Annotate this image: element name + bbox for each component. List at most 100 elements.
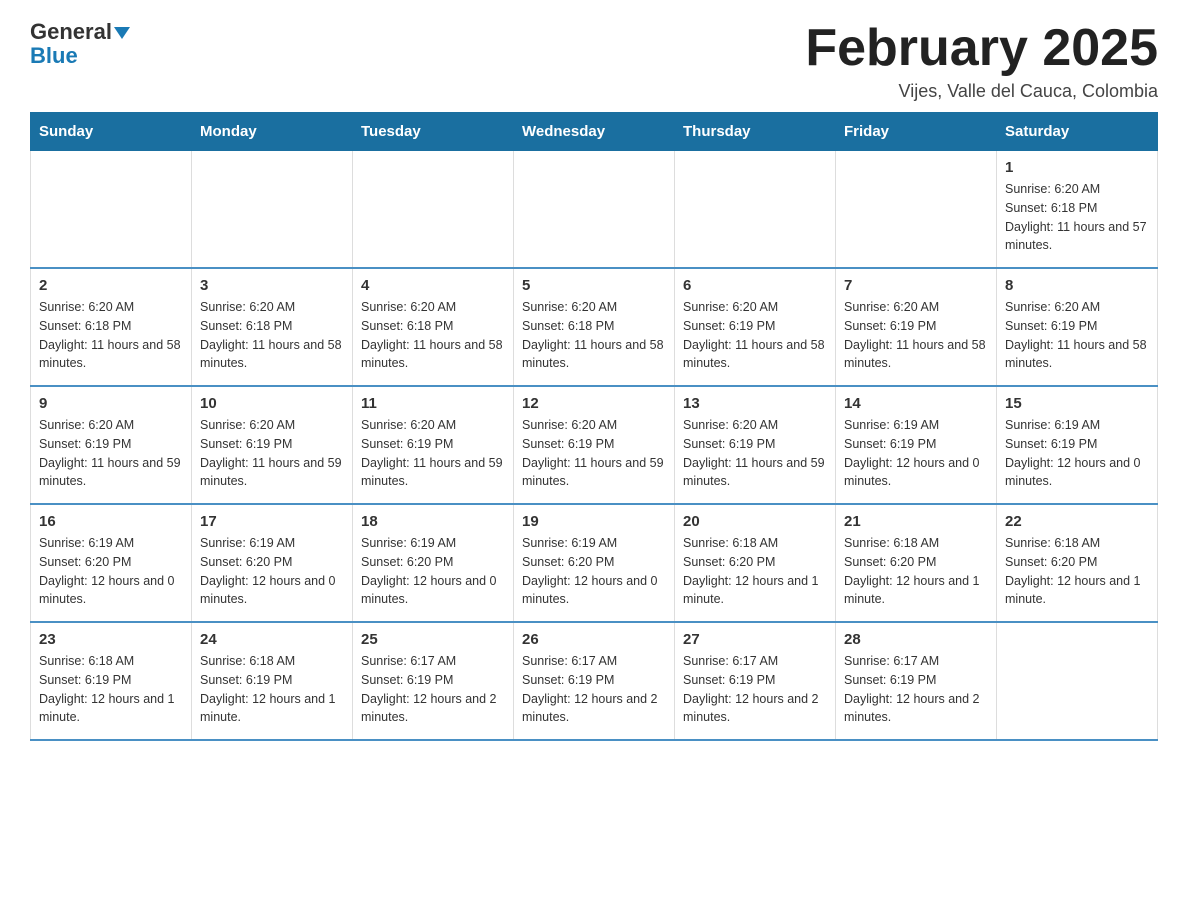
day-info: Sunrise: 6:20 AMSunset: 6:19 PMDaylight:… <box>39 416 183 491</box>
day-number: 12 <box>522 395 666 412</box>
calendar-cell: 9 Sunrise: 6:20 AMSunset: 6:19 PMDaylight… <box>31 386 192 504</box>
calendar-week-row: 2 Sunrise: 6:20 AMSunset: 6:18 PMDaylight… <box>31 268 1158 386</box>
day-info: Sunrise: 6:18 AMSunset: 6:20 PMDaylight:… <box>1005 534 1149 609</box>
day-of-week-header: Thursday <box>675 113 836 151</box>
day-of-week-header: Wednesday <box>514 113 675 151</box>
day-number: 10 <box>200 395 344 412</box>
calendar-cell: 15 Sunrise: 6:19 AMSunset: 6:19 PMDayligh… <box>997 386 1158 504</box>
calendar-week-row: 1 Sunrise: 6:20 AMSunset: 6:18 PMDaylight… <box>31 151 1158 269</box>
day-number: 7 <box>844 277 988 294</box>
page-header: General Blue February 2025 Vijes, Valle … <box>30 20 1158 102</box>
day-number: 3 <box>200 277 344 294</box>
calendar-header-row: SundayMondayTuesdayWednesdayThursdayFrid… <box>31 113 1158 151</box>
day-info: Sunrise: 6:20 AMSunset: 6:18 PMDaylight:… <box>1005 180 1149 255</box>
logo-blue-text: Blue <box>30 44 130 68</box>
day-info: Sunrise: 6:20 AMSunset: 6:19 PMDaylight:… <box>683 416 827 491</box>
logo: General Blue <box>30 20 130 68</box>
calendar-cell <box>31 151 192 269</box>
calendar-cell <box>514 151 675 269</box>
day-number: 26 <box>522 631 666 648</box>
calendar-cell: 10 Sunrise: 6:20 AMSunset: 6:19 PMDayligh… <box>192 386 353 504</box>
day-info: Sunrise: 6:19 AMSunset: 6:20 PMDaylight:… <box>361 534 505 609</box>
location-subtitle: Vijes, Valle del Cauca, Colombia <box>805 81 1158 102</box>
day-info: Sunrise: 6:18 AMSunset: 6:20 PMDaylight:… <box>683 534 827 609</box>
calendar-week-row: 9 Sunrise: 6:20 AMSunset: 6:19 PMDaylight… <box>31 386 1158 504</box>
day-info: Sunrise: 6:17 AMSunset: 6:19 PMDaylight:… <box>683 652 827 727</box>
day-number: 21 <box>844 513 988 530</box>
calendar-cell <box>836 151 997 269</box>
day-info: Sunrise: 6:19 AMSunset: 6:20 PMDaylight:… <box>39 534 183 609</box>
day-number: 9 <box>39 395 183 412</box>
day-info: Sunrise: 6:20 AMSunset: 6:18 PMDaylight:… <box>361 298 505 373</box>
calendar-cell: 13 Sunrise: 6:20 AMSunset: 6:19 PMDayligh… <box>675 386 836 504</box>
calendar-cell: 20 Sunrise: 6:18 AMSunset: 6:20 PMDayligh… <box>675 504 836 622</box>
day-number: 27 <box>683 631 827 648</box>
day-number: 13 <box>683 395 827 412</box>
day-info: Sunrise: 6:19 AMSunset: 6:20 PMDaylight:… <box>200 534 344 609</box>
day-number: 14 <box>844 395 988 412</box>
day-number: 23 <box>39 631 183 648</box>
calendar-cell: 5 Sunrise: 6:20 AMSunset: 6:18 PMDaylight… <box>514 268 675 386</box>
month-title: February 2025 <box>805 20 1158 77</box>
calendar-week-row: 23 Sunrise: 6:18 AMSunset: 6:19 PMDayligh… <box>31 622 1158 740</box>
day-info: Sunrise: 6:17 AMSunset: 6:19 PMDaylight:… <box>522 652 666 727</box>
calendar-cell: 21Sunrise: 6:18 AMSunset: 6:20 PMDayligh… <box>836 504 997 622</box>
calendar-cell: 18 Sunrise: 6:19 AMSunset: 6:20 PMDayligh… <box>353 504 514 622</box>
day-info: Sunrise: 6:17 AMSunset: 6:19 PMDaylight:… <box>361 652 505 727</box>
day-number: 1 <box>1005 159 1149 176</box>
day-number: 24 <box>200 631 344 648</box>
calendar-cell: 7 Sunrise: 6:20 AMSunset: 6:19 PMDaylight… <box>836 268 997 386</box>
calendar-cell: 11Sunrise: 6:20 AMSunset: 6:19 PMDayligh… <box>353 386 514 504</box>
day-number: 20 <box>683 513 827 530</box>
day-number: 18 <box>361 513 505 530</box>
day-of-week-header: Sunday <box>31 113 192 151</box>
day-of-week-header: Friday <box>836 113 997 151</box>
day-info: Sunrise: 6:17 AMSunset: 6:19 PMDaylight:… <box>844 652 988 727</box>
calendar-cell: 12 Sunrise: 6:20 AMSunset: 6:19 PMDayligh… <box>514 386 675 504</box>
day-of-week-header: Monday <box>192 113 353 151</box>
logo-general-text: General <box>30 19 112 44</box>
calendar-cell: 8 Sunrise: 6:20 AMSunset: 6:19 PMDaylight… <box>997 268 1158 386</box>
day-info: Sunrise: 6:19 AMSunset: 6:19 PMDaylight:… <box>1005 416 1149 491</box>
day-info: Sunrise: 6:20 AMSunset: 6:19 PMDaylight:… <box>844 298 988 373</box>
day-number: 6 <box>683 277 827 294</box>
day-info: Sunrise: 6:20 AMSunset: 6:18 PMDaylight:… <box>39 298 183 373</box>
day-of-week-header: Saturday <box>997 113 1158 151</box>
day-number: 25 <box>361 631 505 648</box>
day-info: Sunrise: 6:20 AMSunset: 6:19 PMDaylight:… <box>200 416 344 491</box>
calendar-cell: 1 Sunrise: 6:20 AMSunset: 6:18 PMDaylight… <box>997 151 1158 269</box>
calendar-cell: 4 Sunrise: 6:20 AMSunset: 6:18 PMDaylight… <box>353 268 514 386</box>
calendar-cell: 28Sunrise: 6:17 AMSunset: 6:19 PMDayligh… <box>836 622 997 740</box>
calendar-cell <box>997 622 1158 740</box>
calendar-cell: 6 Sunrise: 6:20 AMSunset: 6:19 PMDaylight… <box>675 268 836 386</box>
calendar-cell: 16Sunrise: 6:19 AMSunset: 6:20 PMDayligh… <box>31 504 192 622</box>
calendar-cell: 24Sunrise: 6:18 AMSunset: 6:19 PMDayligh… <box>192 622 353 740</box>
calendar-cell <box>192 151 353 269</box>
day-number: 17 <box>200 513 344 530</box>
calendar-cell: 26 Sunrise: 6:17 AMSunset: 6:19 PMDayligh… <box>514 622 675 740</box>
day-info: Sunrise: 6:20 AMSunset: 6:19 PMDaylight:… <box>1005 298 1149 373</box>
day-of-week-header: Tuesday <box>353 113 514 151</box>
day-info: Sunrise: 6:20 AMSunset: 6:19 PMDaylight:… <box>522 416 666 491</box>
calendar-cell: 2 Sunrise: 6:20 AMSunset: 6:18 PMDaylight… <box>31 268 192 386</box>
day-info: Sunrise: 6:20 AMSunset: 6:19 PMDaylight:… <box>683 298 827 373</box>
calendar-cell <box>675 151 836 269</box>
day-number: 2 <box>39 277 183 294</box>
logo-triangle-icon <box>114 27 130 39</box>
day-number: 8 <box>1005 277 1149 294</box>
day-info: Sunrise: 6:18 AMSunset: 6:19 PMDaylight:… <box>39 652 183 727</box>
calendar-table: SundayMondayTuesdayWednesdayThursdayFrid… <box>30 112 1158 741</box>
title-area: February 2025 Vijes, Valle del Cauca, Co… <box>805 20 1158 102</box>
day-info: Sunrise: 6:19 AMSunset: 6:20 PMDaylight:… <box>522 534 666 609</box>
calendar-cell: 27 Sunrise: 6:17 AMSunset: 6:19 PMDayligh… <box>675 622 836 740</box>
day-number: 15 <box>1005 395 1149 412</box>
calendar-cell <box>353 151 514 269</box>
day-info: Sunrise: 6:20 AMSunset: 6:18 PMDaylight:… <box>522 298 666 373</box>
day-info: Sunrise: 6:20 AMSunset: 6:19 PMDaylight:… <box>361 416 505 491</box>
calendar-cell: 14Sunrise: 6:19 AMSunset: 6:19 PMDayligh… <box>836 386 997 504</box>
calendar-cell: 22Sunrise: 6:18 AMSunset: 6:20 PMDayligh… <box>997 504 1158 622</box>
day-number: 5 <box>522 277 666 294</box>
calendar-cell: 23 Sunrise: 6:18 AMSunset: 6:19 PMDayligh… <box>31 622 192 740</box>
day-number: 4 <box>361 277 505 294</box>
day-number: 19 <box>522 513 666 530</box>
